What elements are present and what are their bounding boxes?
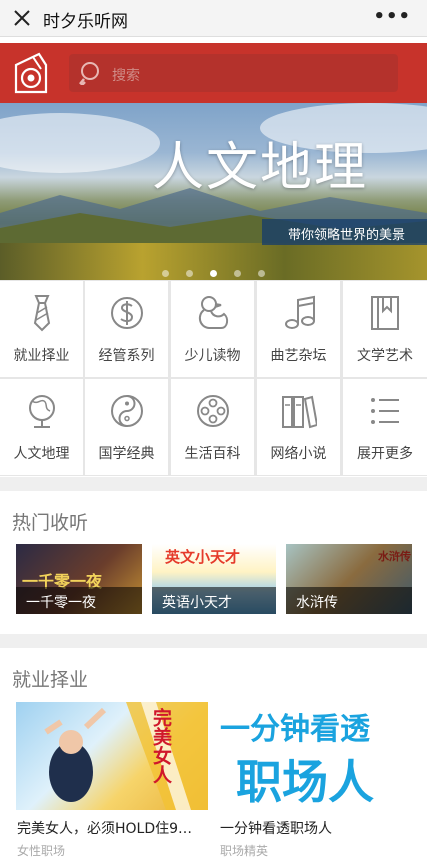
book-title[interactable]: 完美女人，必须HOLD住9… [17,818,192,838]
book-cover[interactable]: 完美女人 [16,702,208,810]
window-title: 时夕乐听网 [43,12,128,32]
category-shaoer[interactable]: 少儿读物 [171,281,254,377]
search-bar[interactable]: 搜索 [69,54,398,92]
hot-section-title: 热门收听 [12,512,89,534]
category-label: 国学经典 [98,446,155,462]
search-placeholder: 搜索 [112,68,140,84]
book-title[interactable]: 一分钟看透职场人 [220,818,332,838]
window-titlebar: 时夕乐听网 ••• [0,0,427,37]
category-renwen[interactable]: 人文地理 [0,379,83,475]
category-jingguan[interactable]: 经管系列 [85,281,168,377]
tie-icon [33,295,51,332]
category-label: 少儿读物 [184,348,241,364]
section-divider [0,634,427,648]
app-logo[interactable] [13,51,49,95]
category-grid: 就业择业 经管系列 少儿读物 曲艺杂坛 文学艺术 人文地理 国学经典 生活百科 … [0,280,427,476]
yin-yang-icon [111,395,143,427]
hot-card-label: 水浒传 [286,587,412,614]
hot-card[interactable]: 一千零一夜 一千零一夜 [16,544,142,614]
carousel-dot-active[interactable] [210,270,217,277]
globe-icon [29,395,55,428]
category-label: 人文地理 [13,446,70,462]
search-icon [79,62,99,85]
music-note-icon [285,295,315,329]
carousel-dot[interactable] [161,270,169,277]
category-shenghuo[interactable]: 生活百科 [171,379,254,475]
category-label: 生活百科 [184,446,241,462]
employment-section-title: 就业择业 [12,669,89,691]
list-icon [371,398,399,424]
category-wangluo[interactable]: 网络小说 [257,379,340,475]
book-cover-text: 一分钟看透 [220,712,370,747]
category-label: 就业择业 [13,348,70,364]
duck-icon [198,296,229,329]
bookmark-book-icon [371,296,399,330]
book-tag: 职场精英 [220,844,269,857]
hot-card[interactable]: 水浒传 水浒传 [286,544,412,614]
hot-card[interactable]: 英文小天才 英语小天才 [152,544,276,614]
banner-headline: 人文地理 [152,138,369,198]
carousel-dots [0,262,427,277]
book-cover-text: 职场人 [236,755,374,809]
book-cover-art [44,702,208,810]
category-quyi[interactable]: 曲艺杂坛 [257,281,340,377]
category-jiuye[interactable]: 就业择业 [0,281,83,377]
category-wenxue[interactable]: 文学艺术 [343,281,427,377]
category-guoxue[interactable]: 国学经典 [85,379,168,475]
hot-card-label: 一千零一夜 [16,587,142,614]
banner-carousel[interactable]: 人文地理 带你领略世界的美景 [0,103,427,280]
section-divider [0,477,427,491]
carousel-dot[interactable] [185,270,193,277]
hot-card-cover-text: 英文小天才 [165,548,241,566]
binders-icon [282,395,317,429]
hot-card-label: 英语小天才 [152,587,276,614]
category-label: 文学艺术 [357,348,413,364]
book-cover-text: 完美女人 [150,708,172,784]
hot-card-cover-text: 水浒传 [378,550,411,563]
category-label: 网络小说 [270,446,327,462]
book-tag: 女性职场 [17,844,66,857]
category-label: 经管系列 [98,348,155,364]
book-cover[interactable]: 一分钟看透 职场人 [218,702,410,810]
category-label: 展开更多 [357,446,413,462]
category-label: 曲艺杂坛 [270,348,327,364]
app-header: 搜索 [0,43,427,103]
category-more[interactable]: 展开更多 [343,379,427,475]
dollar-coin-icon [111,297,143,329]
film-reel-icon [197,395,229,427]
close-icon[interactable] [10,6,34,30]
banner-subtitle: 带你领略世界的美景 [288,228,406,243]
more-options-button[interactable]: ••• [373,6,411,27]
